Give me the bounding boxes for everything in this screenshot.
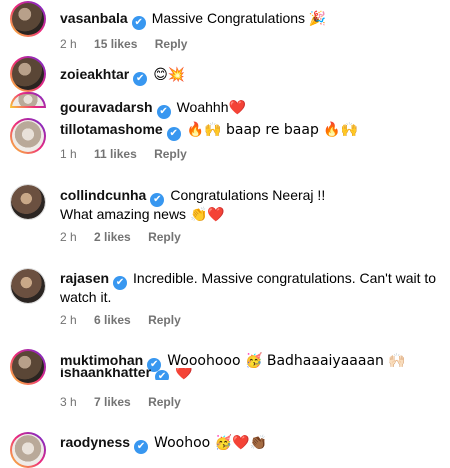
comment-meta: 3 h 7 likes Reply bbox=[60, 395, 195, 409]
username[interactable]: raodyness bbox=[60, 434, 130, 450]
comment-meta: 2 h 6 likes Reply bbox=[60, 313, 195, 327]
verified-icon: ✔ bbox=[131, 16, 146, 30]
reply-button[interactable]: Reply bbox=[148, 395, 181, 409]
timestamp: 2 h bbox=[60, 230, 77, 244]
comment-line-2: What amazing news 👏❤️ bbox=[60, 205, 440, 224]
comment-text: 🔥🙌 baap re baap 🔥🙌 bbox=[186, 122, 359, 138]
reply-button[interactable]: Reply bbox=[148, 313, 181, 327]
likes-count[interactable]: 2 likes bbox=[94, 230, 131, 244]
comment-text-2: watch it. bbox=[60, 289, 112, 305]
avatar[interactable] bbox=[10, 268, 46, 304]
reply-button[interactable]: Reply bbox=[154, 147, 187, 161]
comment-text: Incredible. Massive congratulations. Can… bbox=[133, 270, 437, 286]
likes-count[interactable]: 6 likes bbox=[94, 313, 131, 327]
comment-meta: 2 h 2 likes Reply bbox=[60, 230, 195, 244]
comment-line: collindcunha ✔ Congratulations Neeraj !! bbox=[60, 186, 440, 207]
comment-text: Congratulations Neeraj !! bbox=[170, 187, 326, 203]
comment-text-2: What amazing news 👏❤️ bbox=[60, 206, 225, 222]
timestamp: 2 h bbox=[60, 37, 77, 51]
comment-meta: 1 h 11 likes Reply bbox=[60, 147, 201, 161]
comment-line: raodyness ✔ Woohoo 🥳❤️👏🏾 bbox=[60, 433, 440, 454]
username[interactable]: zoieakhtar bbox=[60, 66, 129, 82]
avatar[interactable] bbox=[10, 56, 46, 92]
verified-icon: ✔ bbox=[155, 370, 170, 380]
reply-button[interactable]: Reply bbox=[155, 37, 188, 51]
avatar[interactable] bbox=[10, 349, 46, 385]
reply-button[interactable]: Reply bbox=[148, 230, 181, 244]
verified-icon: ✔ bbox=[133, 72, 148, 86]
avatar[interactable] bbox=[10, 118, 46, 154]
comment-line: ishaankhatter ✔ ❤️ bbox=[60, 368, 440, 380]
comment-line: vasanbala ✔ Massive Congratulations 🎉 bbox=[60, 9, 440, 30]
username[interactable]: rajasen bbox=[60, 270, 109, 286]
comment-text: Massive Congratulations 🎉 bbox=[151, 10, 327, 26]
username[interactable]: gouravadarsh bbox=[60, 99, 153, 115]
timestamp: 3 h bbox=[60, 395, 77, 409]
avatar[interactable] bbox=[10, 1, 46, 37]
username[interactable]: tillotamashome bbox=[60, 121, 163, 137]
timestamp: 1 h bbox=[60, 147, 77, 161]
likes-count[interactable]: 11 likes bbox=[94, 147, 137, 161]
verified-icon: ✔ bbox=[156, 105, 171, 119]
username[interactable]: vasanbala bbox=[60, 10, 128, 26]
comment-line: rajasen ✔ Incredible. Massive congratulati… bbox=[60, 269, 440, 290]
comment-text: Wooohooo 🥳 Badhaaaiyaaaan 🙌🏻 bbox=[167, 353, 406, 369]
username[interactable]: muktimohan bbox=[60, 352, 143, 368]
comment-meta: 2 h 15 likes Reply bbox=[60, 37, 201, 51]
timestamp: 2 h bbox=[60, 313, 77, 327]
comment-line: tillotamashome ✔ 🔥🙌 baap re baap 🔥🙌 bbox=[60, 120, 440, 141]
avatar[interactable] bbox=[10, 92, 46, 108]
comment-text: Woahhh❤️ bbox=[176, 99, 246, 115]
likes-count[interactable]: 7 likes bbox=[94, 395, 131, 409]
avatar[interactable] bbox=[10, 184, 46, 220]
comment-line: zoieakhtar ✔ 😊💥 bbox=[60, 65, 440, 86]
username[interactable]: collindcunha bbox=[60, 187, 146, 203]
comment-text: ❤️ bbox=[175, 368, 193, 380]
avatar[interactable] bbox=[10, 432, 46, 468]
comment-line-2: watch it. bbox=[60, 288, 440, 307]
comment-line: gouravadarsh ✔ Woahhh❤️ bbox=[60, 98, 440, 119]
comment-text: 😊💥 bbox=[153, 67, 186, 83]
verified-icon: ✔ bbox=[134, 440, 149, 454]
verified-icon: ✔ bbox=[166, 127, 181, 141]
comment-text: Woohoo 🥳❤️👏🏾 bbox=[154, 435, 267, 451]
username[interactable]: ishaankhatter bbox=[60, 368, 151, 380]
likes-count[interactable]: 15 likes bbox=[94, 37, 137, 51]
